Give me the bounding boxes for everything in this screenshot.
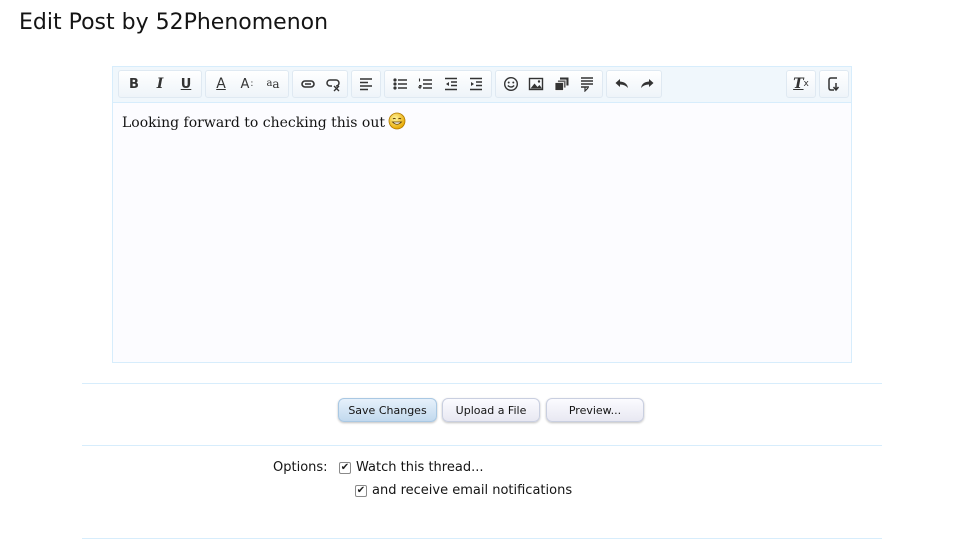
rich-text-editor[interactable]: B I U A A: aa T x Looking forward to che…	[112, 66, 852, 363]
unlink-icon[interactable]	[320, 72, 345, 96]
divider-bottom	[82, 538, 882, 539]
history-group	[606, 70, 662, 98]
editor-content[interactable]: Looking forward to checking this out	[113, 104, 851, 362]
smile-icon	[388, 112, 406, 130]
format-group: B I U	[118, 70, 202, 98]
align-group	[351, 70, 381, 98]
link-group	[292, 70, 348, 98]
bold-icon[interactable]: B	[121, 72, 147, 96]
email-notifications-option[interactable]: ✔ and receive email notifications	[355, 483, 572, 498]
image-icon[interactable]	[524, 72, 550, 96]
bbcode-group	[819, 70, 849, 98]
bullet-list-icon[interactable]	[387, 72, 413, 96]
toggle-bbcode-icon[interactable]	[822, 72, 846, 96]
smilie-icon[interactable]	[498, 72, 524, 96]
editor-toolbar: B I U A A: aa T x	[113, 67, 851, 103]
watch-thread-label: Watch this thread...	[356, 460, 484, 475]
options-label: Options:	[273, 460, 328, 475]
insert-group	[495, 70, 603, 98]
watch-thread-option[interactable]: ✔ Watch this thread...	[339, 460, 483, 475]
divider-middle	[82, 445, 882, 446]
undo-icon[interactable]	[609, 72, 634, 96]
page-title: Edit Post by 52Phenomenon	[19, 10, 329, 35]
underline-icon[interactable]: U	[173, 72, 199, 96]
save-changes-button[interactable]: Save Changes	[338, 398, 437, 422]
email-notifications-checkbox[interactable]: ✔	[355, 484, 367, 497]
link-icon[interactable]	[295, 72, 320, 96]
numbered-list-icon[interactable]	[413, 72, 439, 96]
font-family-icon[interactable]: aa	[260, 72, 286, 96]
text-color-icon[interactable]: A	[208, 72, 234, 96]
divider-top	[82, 383, 882, 384]
remove-formatting-icon[interactable]: Tx	[789, 72, 813, 96]
font-size-icon[interactable]: A:	[234, 72, 260, 96]
indent-icon[interactable]	[464, 72, 490, 96]
watch-thread-checkbox[interactable]: ✔	[339, 461, 351, 474]
upload-file-button[interactable]: Upload a File	[442, 398, 540, 422]
quote-icon[interactable]	[575, 72, 601, 96]
preview-button[interactable]: Preview...	[546, 398, 644, 422]
email-notifications-label: and receive email notifications	[372, 483, 573, 498]
clear-format-group: Tx	[786, 70, 816, 98]
outdent-icon[interactable]	[438, 72, 464, 96]
redo-icon[interactable]	[634, 72, 659, 96]
media-icon[interactable]	[549, 72, 575, 96]
list-group	[384, 70, 492, 98]
italic-icon[interactable]: I	[147, 72, 173, 96]
post-text: Looking forward to checking this out	[122, 115, 385, 131]
align-icon[interactable]	[354, 72, 378, 96]
text-style-group: A A: aa	[205, 70, 289, 98]
